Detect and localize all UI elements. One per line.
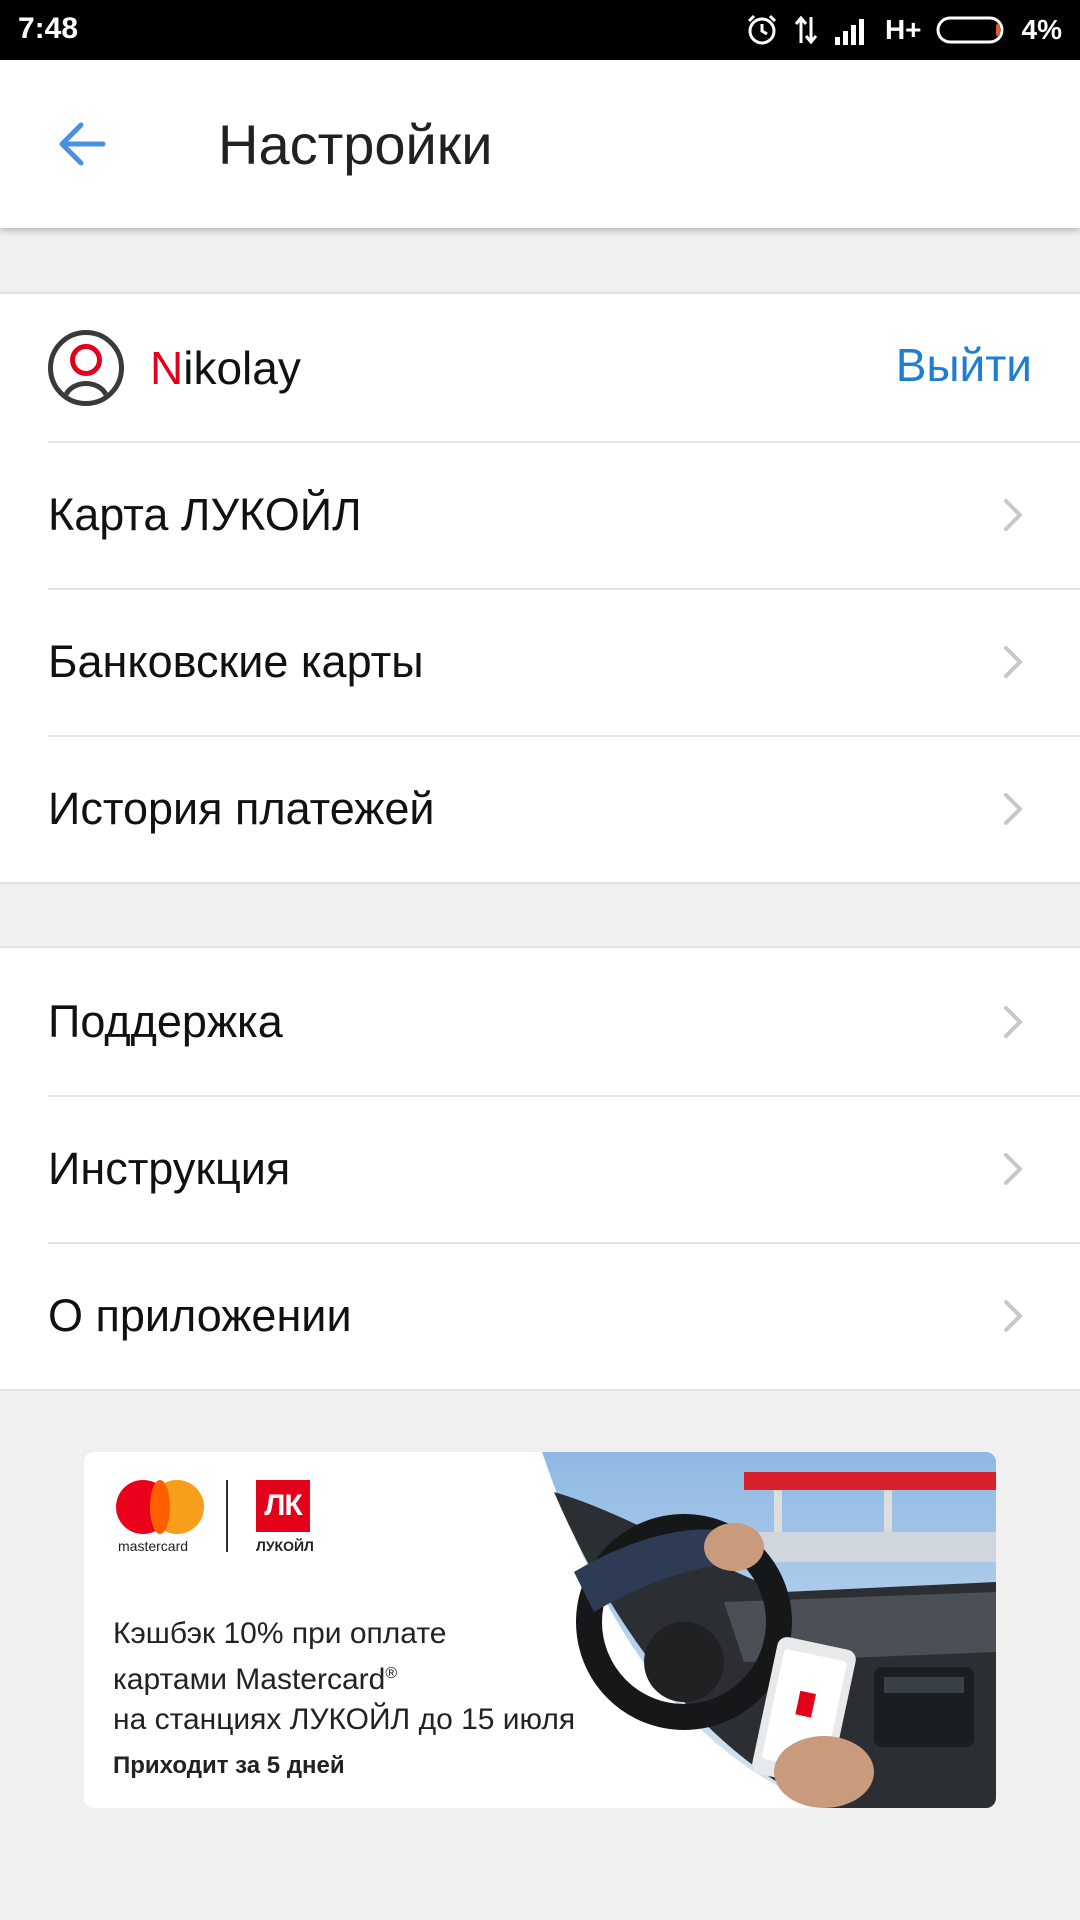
menu-item-lukoil-card[interactable]: Карта ЛУКОЙЛ xyxy=(0,441,1080,588)
logo-divider xyxy=(226,1480,228,1552)
network-type: H+ xyxy=(884,14,922,45)
account-section: Nikolay Выйти Карта ЛУКОЙЛ Банковские ка… xyxy=(0,292,1080,884)
partner-logos: mastercard ЛК ЛУКОЙЛ xyxy=(116,1480,316,1554)
menu-item-label: О приложении xyxy=(48,1289,352,1341)
status-time: 7:48 xyxy=(18,12,79,45)
promo-banner[interactable]: mastercard ЛК ЛУКОЙЛ Кэшбэк 10% при опла… xyxy=(84,1452,996,1808)
menu-item-bank-cards[interactable]: Банковские карты xyxy=(0,588,1080,735)
info-section: Поддержка Инструкция О приложении xyxy=(0,946,1080,1391)
back-button[interactable] xyxy=(44,110,120,178)
menu-item-payment-history[interactable]: История платежей xyxy=(0,735,1080,882)
promo-line-3: на станциях ЛУКОЙЛ до 15 июля xyxy=(113,1703,576,1736)
mastercard-logo: mastercard xyxy=(116,1480,204,1554)
battery-icon xyxy=(936,15,1008,45)
chevron-right-icon xyxy=(1004,1153,1023,1185)
chevron-right-icon xyxy=(1004,793,1023,825)
menu-item-label: Банковские карты xyxy=(48,635,424,687)
promo-line-2: картами Mastercard® xyxy=(113,1663,398,1696)
battery-percent: 4% xyxy=(1021,14,1062,45)
menu-item-label: Инструкция xyxy=(48,1142,291,1194)
arrow-left-icon xyxy=(59,122,106,166)
status-icons: H+ 4% xyxy=(745,10,1062,50)
user-row: Nikolay Выйти xyxy=(0,294,1080,441)
app-bar: Настройки xyxy=(0,60,1080,228)
menu-item-label: Карта ЛУКОЙЛ xyxy=(48,488,362,540)
menu-item-about[interactable]: О приложении xyxy=(0,1242,1080,1389)
promo-subtext: Приходит за 5 дней xyxy=(113,1752,345,1779)
avatar-icon xyxy=(48,329,124,406)
menu-item-instructions[interactable]: Инструкция xyxy=(0,1095,1080,1242)
menu-item-label: История платежей xyxy=(48,782,435,834)
page-title: Настройки xyxy=(218,113,493,176)
lukoil-mark: ЛК xyxy=(256,1480,310,1532)
menu-item-label: Поддержка xyxy=(48,995,283,1047)
logout-button[interactable]: Выйти xyxy=(896,338,1032,392)
chevron-right-icon xyxy=(1004,1006,1023,1038)
chevron-right-icon xyxy=(1004,646,1023,678)
chevron-right-icon xyxy=(1004,1300,1023,1332)
mastercard-wordmark: mastercard xyxy=(118,1538,189,1554)
chevron-right-icon xyxy=(1004,499,1023,531)
promo-line-1: Кэшбэк 10% при оплате xyxy=(113,1617,447,1650)
promo-headline: Кэшбэк 10% при оплате картами Mastercard… xyxy=(113,1614,673,1740)
lukoil-wordmark: ЛУКОЙЛ xyxy=(256,1538,314,1554)
status-bar: 7:48 H+ 4% xyxy=(0,0,1080,60)
alarm-icon xyxy=(745,13,779,47)
data-arrows-icon xyxy=(793,13,819,47)
lukoil-logo: ЛК ЛУКОЙЛ xyxy=(256,1480,316,1554)
signal-icon xyxy=(833,15,871,45)
user-name: Nikolay xyxy=(150,341,301,394)
menu-item-support[interactable]: Поддержка xyxy=(0,948,1080,1095)
